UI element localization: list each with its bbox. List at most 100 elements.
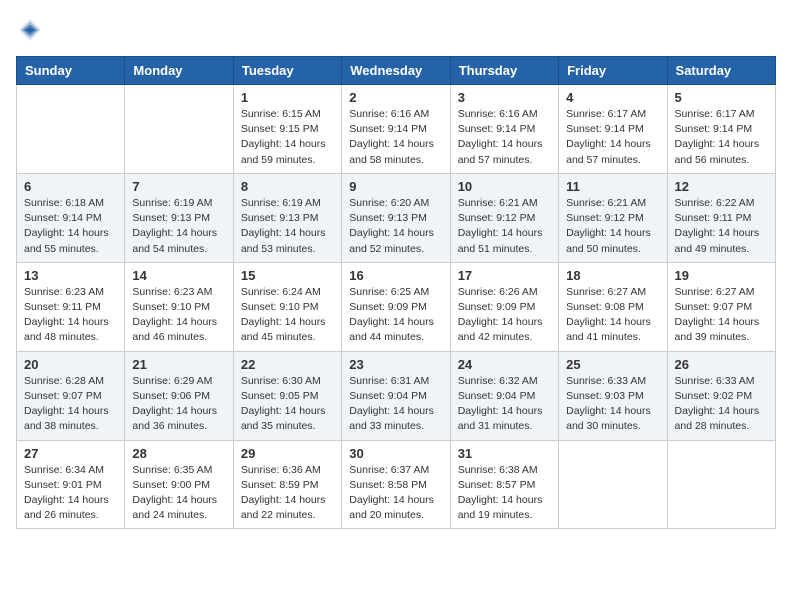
day-number: 20: [24, 357, 117, 372]
day-of-week-header: Sunday: [17, 57, 125, 85]
logo-icon: [16, 16, 44, 44]
day-info: Sunrise: 6:15 AMSunset: 9:15 PMDaylight:…: [241, 107, 334, 168]
day-of-week-header: Friday: [559, 57, 667, 85]
day-number: 14: [132, 268, 225, 283]
calendar-cell: 29 Sunrise: 6:36 AMSunset: 8:59 PMDayligh…: [233, 440, 341, 529]
calendar-cell: 19 Sunrise: 6:27 AMSunset: 9:07 PMDayligh…: [667, 262, 775, 351]
calendar-cell: 24Sunrise: 6:32 AMSunset: 9:04 PMDayligh…: [450, 351, 558, 440]
calendar-cell: 23Sunrise: 6:31 AMSunset: 9:04 PMDayligh…: [342, 351, 450, 440]
calendar-cell: 25 Sunrise: 6:33 AMSunset: 9:03 PMDayligh…: [559, 351, 667, 440]
calendar-week-row: 6 Sunrise: 6:18 AMSunset: 9:14 PMDaylight…: [17, 173, 776, 262]
day-info: Sunrise: 6:22 AMSunset: 9:11 PMDaylight:…: [675, 196, 768, 257]
day-number: 7: [132, 179, 225, 194]
calendar-cell: 17 Sunrise: 6:26 AMSunset: 9:09 PMDayligh…: [450, 262, 558, 351]
day-number: 8: [241, 179, 334, 194]
calendar-cell: 5Sunrise: 6:17 AMSunset: 9:14 PMDaylight…: [667, 85, 775, 174]
day-number: 6: [24, 179, 117, 194]
calendar-cell: 13 Sunrise: 6:23 AMSunset: 9:11 PMDayligh…: [17, 262, 125, 351]
calendar-cell: [125, 85, 233, 174]
day-number: 13: [24, 268, 117, 283]
day-info: Sunrise: 6:18 AMSunset: 9:14 PMDaylight:…: [24, 196, 117, 257]
day-info: Sunrise: 6:21 AMSunset: 9:12 PMDaylight:…: [458, 196, 551, 257]
day-of-week-header: Saturday: [667, 57, 775, 85]
day-info: Sunrise: 6:34 AMSunset: 9:01 PMDaylight:…: [24, 463, 117, 524]
day-number: 5: [675, 90, 768, 105]
calendar-cell: 20 Sunrise: 6:28 AMSunset: 9:07 PMDayligh…: [17, 351, 125, 440]
day-info: Sunrise: 6:19 AMSunset: 9:13 PMDaylight:…: [132, 196, 225, 257]
calendar-cell: 21 Sunrise: 6:29 AMSunset: 9:06 PMDayligh…: [125, 351, 233, 440]
day-info: Sunrise: 6:33 AMSunset: 9:03 PMDaylight:…: [566, 374, 659, 435]
calendar-week-row: 1 Sunrise: 6:15 AMSunset: 9:15 PMDaylight…: [17, 85, 776, 174]
day-info: Sunrise: 6:28 AMSunset: 9:07 PMDaylight:…: [24, 374, 117, 435]
day-info: Sunrise: 6:38 AMSunset: 8:57 PMDaylight:…: [458, 463, 551, 524]
day-info: Sunrise: 6:16 AMSunset: 9:14 PMDaylight:…: [349, 107, 442, 168]
day-info: Sunrise: 6:17 AMSunset: 9:14 PMDaylight:…: [566, 107, 659, 168]
day-info: Sunrise: 6:27 AMSunset: 9:07 PMDaylight:…: [675, 285, 768, 346]
calendar-cell: 26Sunrise: 6:33 AMSunset: 9:02 PMDayligh…: [667, 351, 775, 440]
day-number: 18: [566, 268, 659, 283]
calendar-cell: 8 Sunrise: 6:19 AMSunset: 9:13 PMDaylight…: [233, 173, 341, 262]
day-number: 29: [241, 446, 334, 461]
day-info: Sunrise: 6:27 AMSunset: 9:08 PMDaylight:…: [566, 285, 659, 346]
day-info: Sunrise: 6:19 AMSunset: 9:13 PMDaylight:…: [241, 196, 334, 257]
day-number: 9: [349, 179, 442, 194]
day-info: Sunrise: 6:23 AMSunset: 9:10 PMDaylight:…: [132, 285, 225, 346]
day-number: 4: [566, 90, 659, 105]
day-number: 24: [458, 357, 551, 372]
calendar-cell: 16 Sunrise: 6:25 AMSunset: 9:09 PMDayligh…: [342, 262, 450, 351]
calendar-cell: 31 Sunrise: 6:38 AMSunset: 8:57 PMDayligh…: [450, 440, 558, 529]
calendar-table: SundayMondayTuesdayWednesdayThursdayFrid…: [16, 56, 776, 529]
calendar-cell: 3 Sunrise: 6:16 AMSunset: 9:14 PMDaylight…: [450, 85, 558, 174]
calendar-cell: 9 Sunrise: 6:20 AMSunset: 9:13 PMDaylight…: [342, 173, 450, 262]
calendar-header-row: SundayMondayTuesdayWednesdayThursdayFrid…: [17, 57, 776, 85]
logo: [16, 16, 48, 44]
day-info: Sunrise: 6:24 AMSunset: 9:10 PMDaylight:…: [241, 285, 334, 346]
day-number: 31: [458, 446, 551, 461]
calendar-cell: 10 Sunrise: 6:21 AMSunset: 9:12 PMDayligh…: [450, 173, 558, 262]
day-number: 3: [458, 90, 551, 105]
day-info: Sunrise: 6:29 AMSunset: 9:06 PMDaylight:…: [132, 374, 225, 435]
day-number: 28: [132, 446, 225, 461]
day-number: 22: [241, 357, 334, 372]
day-info: Sunrise: 6:37 AMSunset: 8:58 PMDaylight:…: [349, 463, 442, 524]
day-number: 15: [241, 268, 334, 283]
calendar-cell: 28Sunrise: 6:35 AMSunset: 9:00 PMDayligh…: [125, 440, 233, 529]
day-info: Sunrise: 6:20 AMSunset: 9:13 PMDaylight:…: [349, 196, 442, 257]
day-of-week-header: Tuesday: [233, 57, 341, 85]
day-number: 12: [675, 179, 768, 194]
day-number: 30: [349, 446, 442, 461]
calendar-cell: 27 Sunrise: 6:34 AMSunset: 9:01 PMDayligh…: [17, 440, 125, 529]
calendar-cell: 15 Sunrise: 6:24 AMSunset: 9:10 PMDayligh…: [233, 262, 341, 351]
day-of-week-header: Thursday: [450, 57, 558, 85]
calendar-cell: 6 Sunrise: 6:18 AMSunset: 9:14 PMDaylight…: [17, 173, 125, 262]
day-number: 10: [458, 179, 551, 194]
day-info: Sunrise: 6:16 AMSunset: 9:14 PMDaylight:…: [458, 107, 551, 168]
calendar-cell: 11 Sunrise: 6:21 AMSunset: 9:12 PMDayligh…: [559, 173, 667, 262]
day-number: 25: [566, 357, 659, 372]
day-number: 17: [458, 268, 551, 283]
calendar-cell: 22 Sunrise: 6:30 AMSunset: 9:05 PMDayligh…: [233, 351, 341, 440]
day-number: 26: [675, 357, 768, 372]
day-info: Sunrise: 6:26 AMSunset: 9:09 PMDaylight:…: [458, 285, 551, 346]
day-info: Sunrise: 6:30 AMSunset: 9:05 PMDaylight:…: [241, 374, 334, 435]
day-of-week-header: Monday: [125, 57, 233, 85]
day-info: Sunrise: 6:21 AMSunset: 9:12 PMDaylight:…: [566, 196, 659, 257]
day-number: 23: [349, 357, 442, 372]
calendar-cell: 12 Sunrise: 6:22 AMSunset: 9:11 PMDayligh…: [667, 173, 775, 262]
day-number: 16: [349, 268, 442, 283]
day-info: Sunrise: 6:25 AMSunset: 9:09 PMDaylight:…: [349, 285, 442, 346]
calendar-cell: [17, 85, 125, 174]
calendar-cell: [559, 440, 667, 529]
day-info: Sunrise: 6:36 AMSunset: 8:59 PMDaylight:…: [241, 463, 334, 524]
calendar-cell: 2 Sunrise: 6:16 AMSunset: 9:14 PMDaylight…: [342, 85, 450, 174]
day-number: 27: [24, 446, 117, 461]
calendar-week-row: 27 Sunrise: 6:34 AMSunset: 9:01 PMDayligh…: [17, 440, 776, 529]
calendar-cell: 30 Sunrise: 6:37 AMSunset: 8:58 PMDayligh…: [342, 440, 450, 529]
day-number: 21: [132, 357, 225, 372]
day-number: 2: [349, 90, 442, 105]
day-number: 19: [675, 268, 768, 283]
calendar-cell: 18 Sunrise: 6:27 AMSunset: 9:08 PMDayligh…: [559, 262, 667, 351]
day-number: 1: [241, 90, 334, 105]
day-number: 11: [566, 179, 659, 194]
day-info: Sunrise: 6:23 AMSunset: 9:11 PMDaylight:…: [24, 285, 117, 346]
